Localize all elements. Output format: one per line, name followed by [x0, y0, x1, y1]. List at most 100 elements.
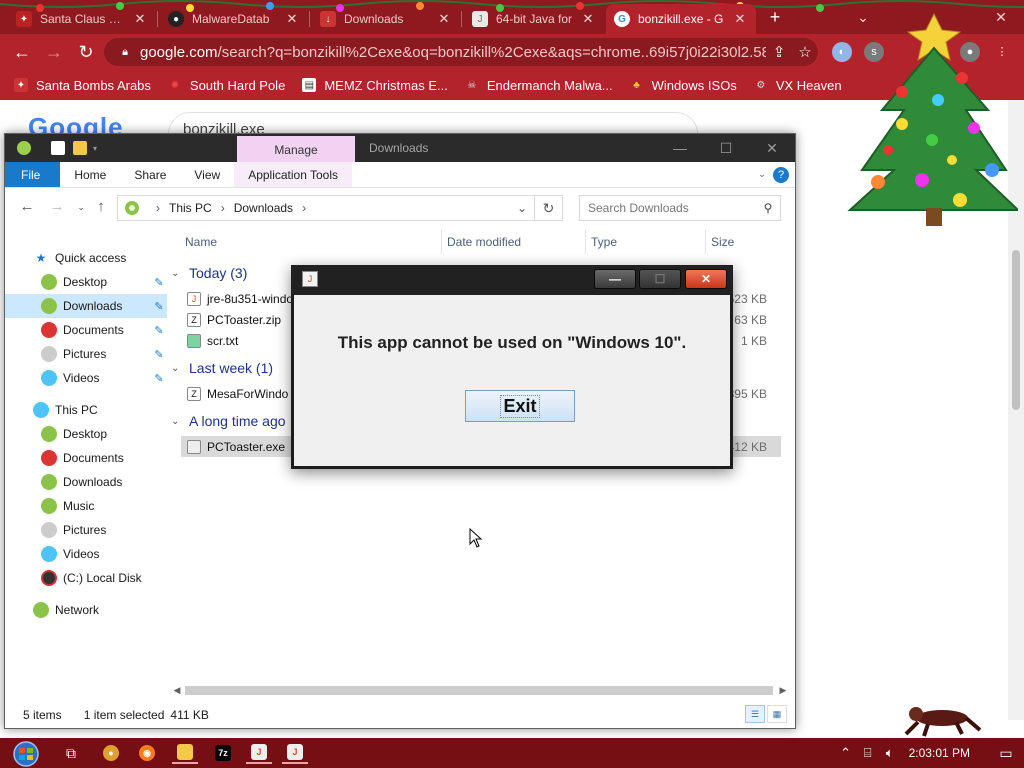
properties-icon[interactable]: [51, 141, 65, 155]
file-size: 1 KB: [740, 333, 767, 348]
bookmark-santa-bombs[interactable]: ✦ Santa Bombs Arabs: [14, 78, 151, 93]
bookmark-memz[interactable]: ▤ MEMZ Christmas E...: [302, 78, 448, 93]
recent-locations-chevron-icon[interactable]: ⌄: [71, 197, 91, 217]
sidebar-item-pictures[interactable]: Pictures ✎: [5, 342, 167, 366]
taskbar-file-explorer[interactable]: [172, 742, 198, 764]
java-icon: J: [251, 744, 267, 760]
tab-label: Downloads: [344, 12, 404, 26]
refresh-button[interactable]: ↻: [535, 195, 563, 221]
file-name: MesaForWindo: [207, 386, 289, 401]
tab-downloads[interactable]: ↓ Downloads ✕: [312, 4, 460, 34]
tab-label: MalwareDatab: [192, 12, 270, 26]
scroll-left-icon[interactable]: ◀: [169, 682, 185, 698]
close-icon[interactable]: ✕: [732, 11, 748, 27]
up-arrow-icon[interactable]: ↑: [91, 197, 111, 217]
forward-arrow-icon[interactable]: →: [47, 197, 67, 217]
search-downloads-input[interactable]: Search Downloads ⚲: [579, 195, 781, 221]
help-icon[interactable]: ?: [773, 166, 789, 183]
file-name: PCToaster.zip: [207, 312, 282, 327]
taskbar-java-app-1[interactable]: J: [246, 742, 272, 764]
sidebar-item-this-pc[interactable]: This PC: [5, 398, 167, 422]
tab-application-tools[interactable]: Application Tools: [234, 162, 353, 187]
sidebar-item-network[interactable]: Network: [5, 598, 167, 622]
sidebar-item-pc-music[interactable]: Music: [5, 494, 167, 518]
address-bar[interactable]: 🔒︎ google.com/search?q=bonzikill%2Cexe&o…: [104, 38, 818, 66]
tab-home[interactable]: Home: [60, 162, 120, 187]
tab-java[interactable]: J 64-bit Java for ✕: [464, 4, 604, 34]
bookmark-south-hard-pole[interactable]: ✺ South Hard Pole: [168, 78, 286, 93]
dialog-maximize-button[interactable]: ☐: [639, 269, 681, 289]
sidebar-item-pc-downloads[interactable]: Downloads: [5, 470, 167, 494]
sidebar-item-pc-documents[interactable]: Documents: [5, 446, 167, 470]
task-view-button[interactable]: ⧉: [58, 742, 84, 764]
taskbar-chrome[interactable]: ●: [98, 742, 124, 764]
sidebar-item-local-disk[interactable]: (C:) Local Disk: [5, 566, 167, 590]
file-name: jre-8u351-windo: [207, 291, 294, 306]
bookmark-star-icon[interactable]: ☆: [792, 43, 818, 61]
group-long-time-ago[interactable]: ⌄ A long time ago: [171, 410, 286, 432]
new-folder-icon[interactable]: [73, 141, 87, 155]
sidebar-item-pc-videos[interactable]: Videos: [5, 542, 167, 566]
column-header-name[interactable]: Name: [185, 232, 217, 252]
volume-icon[interactable]: 🔈︎: [879, 745, 901, 761]
column-header-type[interactable]: Type: [591, 232, 617, 252]
tab-share[interactable]: Share: [120, 162, 180, 187]
dialog-close-button[interactable]: ✕: [685, 269, 727, 289]
sidebar-item-documents[interactable]: Documents ✎: [5, 318, 167, 342]
group-today[interactable]: ⌄ Today (3): [171, 262, 247, 284]
back-arrow-icon[interactable]: ←: [17, 197, 37, 217]
tab-malware-database[interactable]: ● MalwareDatab ✕: [160, 4, 308, 34]
reload-button[interactable]: ↻: [74, 40, 98, 64]
column-header-date[interactable]: Date modified: [447, 232, 521, 252]
tab-view[interactable]: View: [180, 162, 234, 187]
breadcrumb[interactable]: › This PC › Downloads › ⌄: [117, 195, 535, 221]
breadcrumb-this-pc[interactable]: This PC: [169, 201, 212, 215]
taskbar-firefox[interactable]: ◉: [134, 742, 160, 764]
sidebar-item-pc-desktop[interactable]: Desktop: [5, 422, 167, 446]
back-button[interactable]: ←: [10, 40, 34, 64]
large-icons-view-icon[interactable]: ▦: [767, 705, 787, 723]
horizontal-scrollbar[interactable]: ◀ ▶: [169, 682, 791, 698]
item-count: 5 items: [23, 708, 62, 722]
customize-quick-access-chevron-icon[interactable]: ▾: [93, 144, 101, 153]
close-icon[interactable]: ✕: [580, 11, 596, 27]
tab-file[interactable]: File: [5, 162, 61, 187]
show-hidden-icons-chevron-icon[interactable]: ⌃: [835, 745, 857, 761]
sidebar-item-desktop[interactable]: Desktop ✎: [5, 270, 167, 294]
group-last-week[interactable]: ⌄ Last week (1): [171, 357, 273, 379]
close-icon[interactable]: ✕: [132, 11, 148, 27]
close-icon[interactable]: ✕: [284, 11, 300, 27]
bookmark-vx-heaven[interactable]: ⚙ VX Heaven: [754, 78, 841, 93]
bookmark-endermanch[interactable]: ☠ Endermanch Malwa...: [465, 78, 612, 93]
notification-center-icon[interactable]: ▭: [988, 745, 1024, 762]
details-view-icon[interactable]: ☰: [745, 705, 765, 723]
tab-santa-claus[interactable]: ✦ Santa Claus and ✕: [8, 4, 156, 34]
new-tab-button[interactable]: +: [763, 6, 787, 28]
share-icon[interactable]: ⇪: [766, 43, 792, 61]
sidebar-item-videos[interactable]: Videos ✎: [5, 366, 167, 390]
scroll-right-icon[interactable]: ▶: [775, 682, 791, 698]
sidebar-item-quick-access[interactable]: ★ Quick access: [5, 246, 167, 270]
taskbar-java-app-2[interactable]: J: [282, 742, 308, 764]
taskbar-7zip[interactable]: 7z: [210, 742, 236, 764]
exit-button[interactable]: Exit: [465, 390, 575, 422]
window-title: Downloads: [369, 141, 429, 155]
close-icon[interactable]: ✕: [436, 11, 452, 27]
minimize-button[interactable]: —: [657, 134, 703, 162]
tab-bonzikill-search[interactable]: G bonzikill.exe - G ✕: [606, 4, 756, 34]
maximize-button[interactable]: ☐: [703, 134, 749, 162]
breadcrumb-downloads[interactable]: Downloads: [234, 201, 293, 215]
network-icon[interactable]: ⌸: [857, 745, 879, 761]
close-button[interactable]: ✕: [749, 134, 795, 162]
sidebar-item-downloads[interactable]: Downloads ✎: [5, 294, 167, 318]
expand-ribbon-chevron-icon[interactable]: ⌄: [751, 169, 773, 180]
address-history-chevron-icon[interactable]: ⌄: [510, 201, 534, 215]
sidebar-item-pc-pictures[interactable]: Pictures: [5, 518, 167, 542]
java-icon: J: [472, 11, 488, 27]
column-header-size[interactable]: Size: [711, 232, 734, 252]
forward-button[interactable]: →: [42, 40, 66, 64]
clock[interactable]: 2:03:01 PM: [909, 746, 970, 760]
dialog-minimize-button[interactable]: —: [594, 269, 636, 289]
bookmark-windows-isos[interactable]: ♣ Windows ISOs: [630, 78, 737, 93]
start-button[interactable]: [8, 740, 44, 768]
